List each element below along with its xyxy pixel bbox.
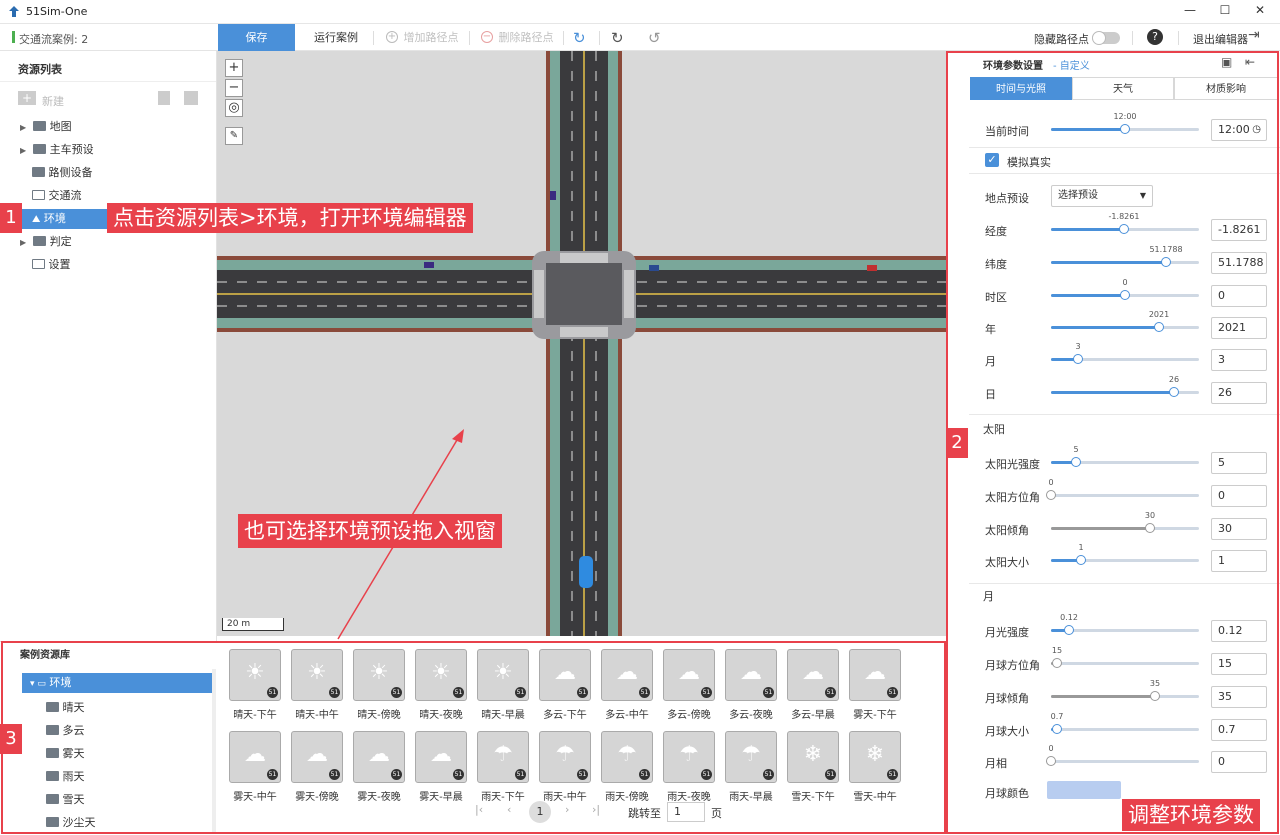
zoom-in-button[interactable]: + [225, 59, 243, 77]
minus-icon: − [481, 31, 493, 43]
tree-item-roadside[interactable]: 路侧设备 [32, 163, 93, 183]
new-button[interactable]: 新建 [42, 93, 64, 109]
close-button[interactable]: ✕ [1250, 3, 1270, 21]
redo-icon[interactable]: ↻ [611, 29, 624, 47]
copy-icon[interactable] [184, 91, 198, 105]
add-waypoint-button[interactable]: 增加路径点 [402, 24, 460, 51]
tree-item-settings[interactable]: 设置 [32, 255, 71, 275]
tree-item-judgement[interactable]: ▶ 判定 [20, 232, 72, 252]
annotation-number-2: 2 [946, 428, 968, 458]
loading-icon[interactable]: ↻ [573, 29, 586, 47]
traffic-icon [32, 190, 45, 200]
road-network [217, 51, 946, 636]
map-viewport[interactable]: + − ◎ ✎ 20 m [217, 51, 946, 636]
minimize-button[interactable]: — [1180, 3, 1200, 21]
annotation-number-3: 3 [0, 724, 22, 754]
environment-icon: ⛰ [32, 214, 41, 225]
annotation-number-1: 1 [0, 203, 22, 233]
annotation-box-3 [1, 641, 946, 834]
exit-editor-button[interactable]: 退出编辑器 [1193, 31, 1248, 47]
delete-icon[interactable] [158, 91, 170, 105]
scale-bar: 20 m [222, 618, 284, 631]
title-bar: 51Sim-One — ☐ ✕ [0, 0, 1280, 24]
help-icon[interactable]: ? [1147, 29, 1163, 45]
resource-list-title: 资源列表 [18, 63, 62, 76]
save-button[interactable]: 保存 [218, 24, 295, 51]
tree-item-map[interactable]: ▶ 地图 [20, 117, 72, 137]
zoom-out-button[interactable]: − [225, 79, 243, 97]
folder-icon [32, 167, 45, 177]
status-indicator [12, 31, 15, 43]
exit-icon: ⇥ [1248, 27, 1260, 43]
resource-list-panel: 资源列表 + 新建 ▶ 地图 ▶ 主车预设 路侧设备 交通流 ⛰ 环境 ▶ 判定… [0, 51, 217, 641]
hide-waypoints-label: 隐藏路径点 [1034, 33, 1089, 46]
callout-adjust-params: 调整环境参数 [1122, 799, 1260, 831]
folder-icon [33, 121, 47, 131]
toolbar: 交通流案例: 2 保存 运行案例 + 增加路径点 − 删除路径点 ↻ ↻ ↺ 隐… [0, 24, 1280, 51]
new-folder-icon[interactable]: + [18, 91, 36, 105]
tree-item-environment[interactable]: ⛰ 环境 [20, 209, 110, 229]
tree-item-traffic[interactable]: 交通流 [32, 186, 82, 206]
ruler-button[interactable]: ✎ [225, 127, 243, 145]
maximize-button[interactable]: ☐ [1215, 3, 1235, 21]
delete-waypoint-button[interactable]: 删除路径点 [497, 24, 555, 51]
folder-icon [33, 144, 47, 154]
annotation-arrow [337, 429, 464, 640]
callout-open-env-editor: 点击资源列表>环境，打开环境编辑器 [107, 203, 473, 233]
run-case-button[interactable]: 运行案例 [305, 24, 367, 51]
traffic-case-count: 交通流案例: 2 [19, 33, 89, 46]
undo-icon[interactable]: ↺ [648, 29, 661, 47]
app-logo-icon [9, 6, 19, 17]
hide-waypoints-toggle[interactable] [1092, 31, 1120, 45]
reset-view-button[interactable]: ◎ [225, 99, 243, 117]
settings-icon [32, 259, 45, 269]
annotation-box-2 [946, 51, 1279, 834]
folder-icon [33, 236, 47, 246]
app-title: 51Sim-One [26, 5, 88, 18]
tree-item-ego-preset[interactable]: ▶ 主车预设 [20, 140, 94, 160]
add-icon: + [386, 31, 398, 43]
